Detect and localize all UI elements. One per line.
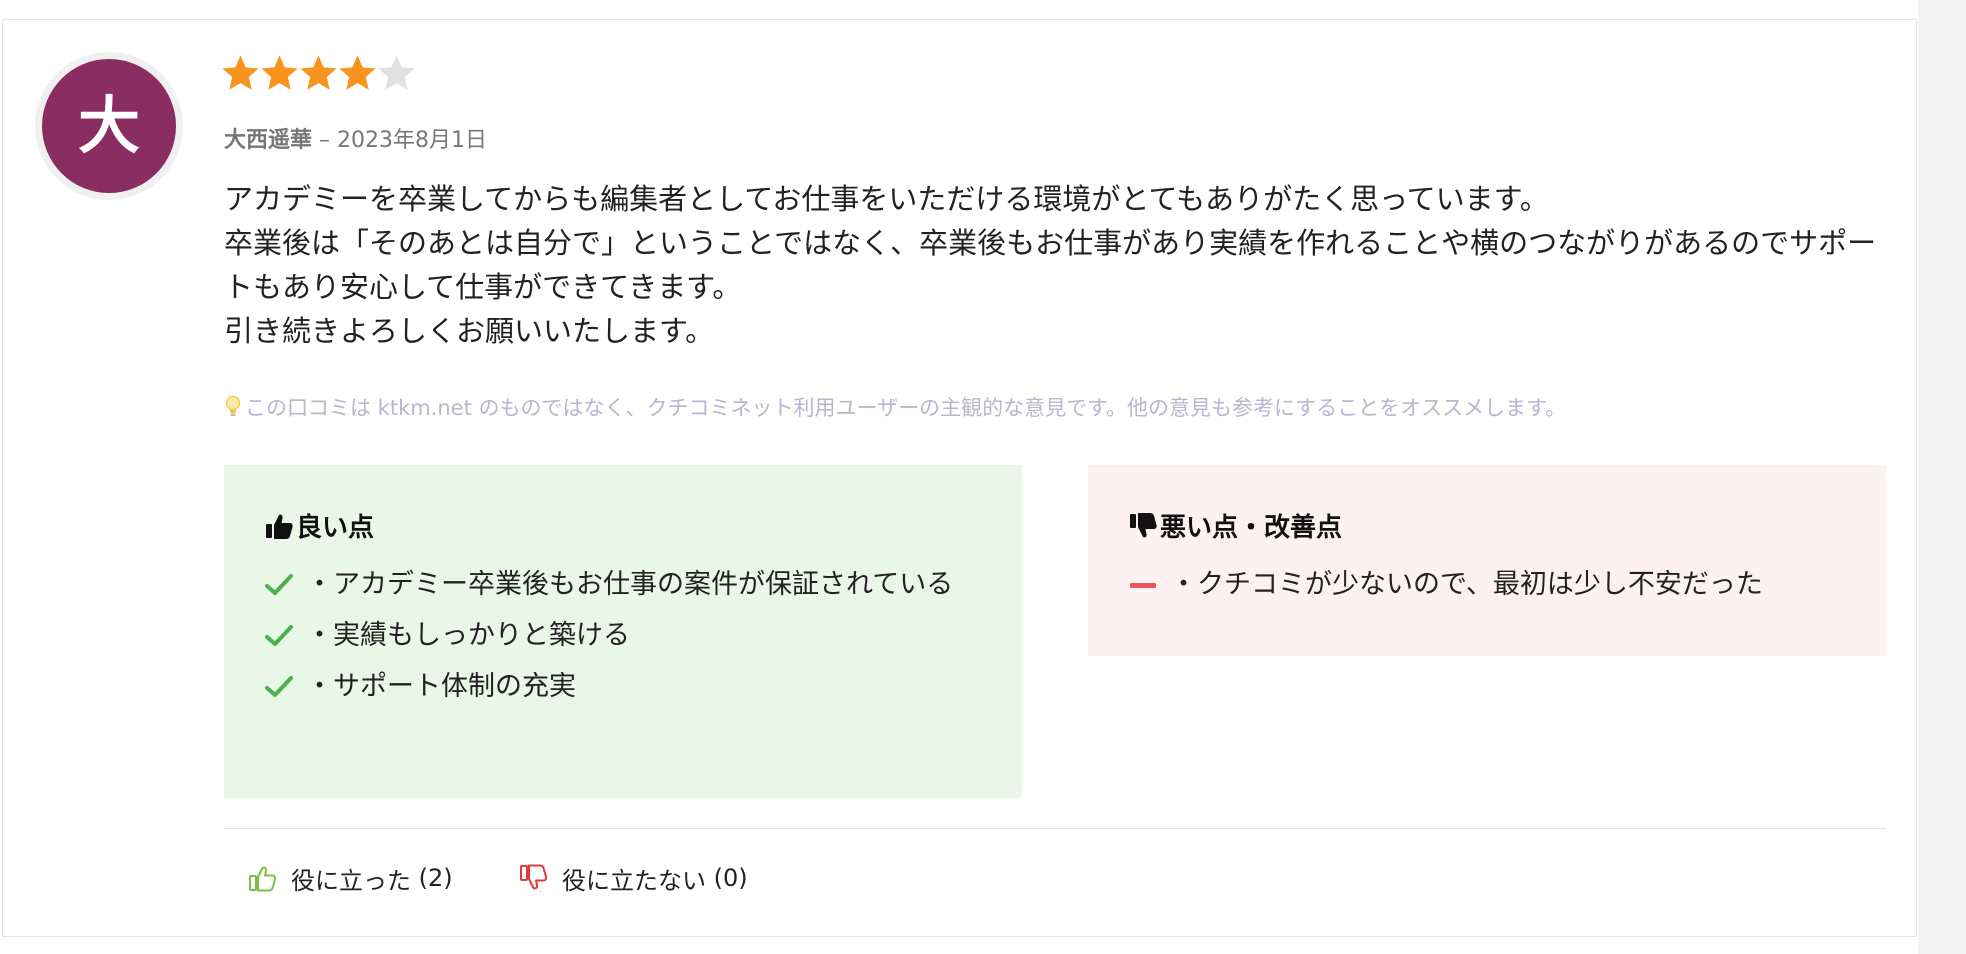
review-body-line: 引き続きよろしくお願いいたします。: [224, 314, 715, 348]
con-item-text: ・クチコミが少ないので、最初は少し不安だった: [1170, 569, 1763, 600]
thumbs-down-icon: [520, 864, 548, 890]
thumbs-up-icon: [266, 514, 293, 539]
pros-box: 良い点 ・アカデミー卒業後もお仕事の案件が保証されている ・実績もしっかりと築け…: [224, 465, 1022, 798]
disclaimer-text: この口コミは ktkm.net のものではなく、クチコミネット利用ユーザーの主観…: [245, 396, 1567, 420]
page-margin-strip: [1918, 0, 1966, 954]
divider: [224, 828, 1886, 829]
author-name: 大西遥華: [224, 128, 313, 153]
pros-title-text: 良い点: [296, 513, 375, 543]
review-body-line: アカデミーを卒業してからも編集者としてお仕事をいただける環境がとてもありがたく思…: [224, 182, 1549, 216]
not-helpful-label: 役に立たない: [562, 866, 706, 895]
disclaimer: この口コミは ktkm.net のものではなく、クチコミネット利用ユーザーの主観…: [224, 392, 1566, 422]
minus-icon: [1130, 583, 1156, 588]
star-icon: [300, 55, 337, 90]
star-icon: [378, 55, 415, 90]
star-icon: [261, 55, 298, 90]
review-meta: 大西遥華 – 2023年8月1日: [224, 122, 487, 154]
cons-list: ・クチコミが少ないので、最初は少し不安だった: [1128, 565, 1868, 616]
review-body: アカデミーを卒業してからも編集者としてお仕事をいただける環境がとてもありがたく思…: [224, 177, 1884, 353]
helpful-label: 役に立った: [291, 866, 411, 895]
star-icon: [222, 55, 259, 90]
star-rating: [221, 51, 416, 95]
check-icon: [265, 625, 293, 646]
cons-title: 悪い点・改善点: [1128, 507, 1342, 544]
helpful-button[interactable]: 役に立った (2): [247, 858, 453, 898]
not-helpful-button[interactable]: 役に立たない (0): [518, 858, 748, 898]
list-item: ・実績もしっかりと築ける: [264, 616, 1004, 656]
cons-box: 悪い点・改善点 ・クチコミが少ないので、最初は少し不安だった: [1088, 465, 1886, 656]
lightbulb-icon: [225, 395, 241, 416]
avatar: 大: [35, 52, 183, 200]
pro-item-text: ・アカデミー卒業後もお仕事の案件が保証されている: [306, 569, 954, 600]
pros-title: 良い点: [264, 507, 374, 544]
pro-item-text: ・サポート体制の充実: [306, 671, 576, 702]
list-item: ・クチコミが少ないので、最初は少し不安だった: [1128, 565, 1868, 605]
pro-item-text: ・実績もしっかりと築ける: [306, 620, 630, 651]
review-body-line: 卒業後は「そのあとは自分で」ということではなく、卒業後もお仕事があり実績を作れる…: [224, 226, 1877, 304]
review-date: 2023年8月1日: [337, 128, 487, 153]
not-helpful-count: (0): [713, 864, 748, 892]
check-icon: [265, 574, 293, 595]
list-item: ・アカデミー卒業後もお仕事の案件が保証されている: [264, 565, 1004, 605]
pros-list: ・アカデミー卒業後もお仕事の案件が保証されている ・実績もしっかりと築ける ・サ…: [264, 565, 1004, 718]
star-icon: [339, 55, 376, 90]
avatar-initial: 大: [42, 59, 176, 193]
meta-separator: –: [312, 128, 338, 153]
helpful-count: (2): [418, 864, 453, 892]
thumbs-down-icon: [1130, 512, 1157, 537]
list-item: ・サポート体制の充実: [264, 667, 1004, 707]
cons-title-text: 悪い点・改善点: [1160, 513, 1343, 543]
thumbs-up-icon: [249, 866, 277, 892]
check-icon: [265, 676, 293, 697]
